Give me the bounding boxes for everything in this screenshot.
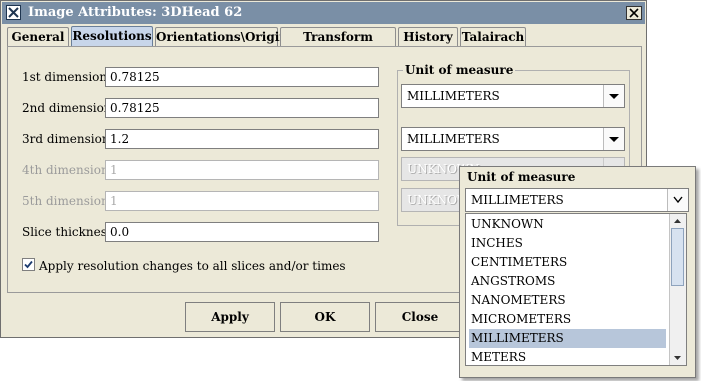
unit-option-inches[interactable]: INCHES xyxy=(469,234,666,253)
window-title: Image Attributes: 3DHead 62 xyxy=(28,5,243,20)
unit-option-unknown[interactable]: UNKNOWN xyxy=(469,215,666,234)
dim4-label: 4th dimension: xyxy=(22,163,113,177)
options-scrollbar[interactable] xyxy=(669,214,686,365)
dim2-field[interactable]: 0.78125 xyxy=(105,98,379,118)
unit-option-meters[interactable]: METERS xyxy=(469,348,666,367)
tab-history[interactable]: History xyxy=(398,27,458,46)
apply-all-checkbox[interactable] xyxy=(22,258,35,271)
tab-transform-matrix[interactable]: Transform matrix xyxy=(280,27,396,62)
close-button[interactable]: Close xyxy=(375,302,465,332)
scroll-thumb[interactable] xyxy=(671,228,684,286)
unit-combo-dim1-value: MILLIMETERS xyxy=(407,89,500,103)
unit-group-title: Unit of measure xyxy=(403,63,516,77)
dim5-field: 1 xyxy=(105,191,379,211)
chevron-down-icon[interactable] xyxy=(603,128,624,150)
ok-button[interactable]: OK xyxy=(280,302,370,332)
unit-options-list: UNKNOWN INCHES CENTIMETERS ANGSTROMS NAN… xyxy=(465,213,687,366)
dim1-field[interactable]: 0.78125 xyxy=(105,67,379,87)
slice-thickness-label: Slice thickness: xyxy=(22,225,118,239)
chevron-down-icon[interactable] xyxy=(667,189,688,211)
popup-unit-combo[interactable]: MILLIMETERS xyxy=(465,188,689,212)
unit-option-millimeters[interactable]: MILLIMETERS xyxy=(469,329,666,348)
dim4-field: 1 xyxy=(105,160,379,180)
unit-option-angstroms[interactable]: ANGSTROMS xyxy=(469,272,666,291)
unit-option-centimeters[interactable]: CENTIMETERS xyxy=(469,253,666,272)
title-bar[interactable]: Image Attributes: 3DHead 62 xyxy=(2,2,645,24)
tab-talairach[interactable]: Talairach xyxy=(460,27,526,46)
unit-combo-dim3[interactable]: MILLIMETERS xyxy=(401,127,625,151)
dim3-label: 3rd dimension: xyxy=(22,132,114,146)
scroll-up-icon[interactable] xyxy=(670,214,685,228)
dim1-label: 1st dimension: xyxy=(22,70,112,84)
apply-button[interactable]: Apply xyxy=(185,302,275,332)
popup-title: Unit of measure xyxy=(467,170,576,184)
slice-thickness-field[interactable]: 0.0 xyxy=(105,222,379,242)
tab-general[interactable]: General xyxy=(7,27,69,46)
unit-option-nanometers[interactable]: NANOMETERS xyxy=(469,291,666,310)
tab-orientations-origin[interactable]: Orientations\Origin xyxy=(155,27,288,46)
tab-resolutions[interactable]: Resolutions xyxy=(71,26,153,47)
unit-combo-dim3-value: MILLIMETERS xyxy=(407,132,500,146)
close-window-button[interactable] xyxy=(626,6,642,20)
popup-unit-combo-value: MILLIMETERS xyxy=(471,193,564,207)
unit-option-micrometers[interactable]: MICROMETERS xyxy=(469,310,666,329)
unit-combo-dim1[interactable]: MILLIMETERS xyxy=(401,84,625,108)
chevron-down-icon[interactable] xyxy=(603,85,624,107)
dim5-label: 5th dimension: xyxy=(22,194,113,208)
dim3-field[interactable]: 1.2 xyxy=(105,129,379,149)
scroll-down-icon[interactable] xyxy=(670,351,685,365)
dim2-label: 2nd dimension: xyxy=(22,101,116,115)
apply-all-label[interactable]: Apply resolution changes to all slices a… xyxy=(39,259,346,273)
app-icon xyxy=(6,5,21,20)
